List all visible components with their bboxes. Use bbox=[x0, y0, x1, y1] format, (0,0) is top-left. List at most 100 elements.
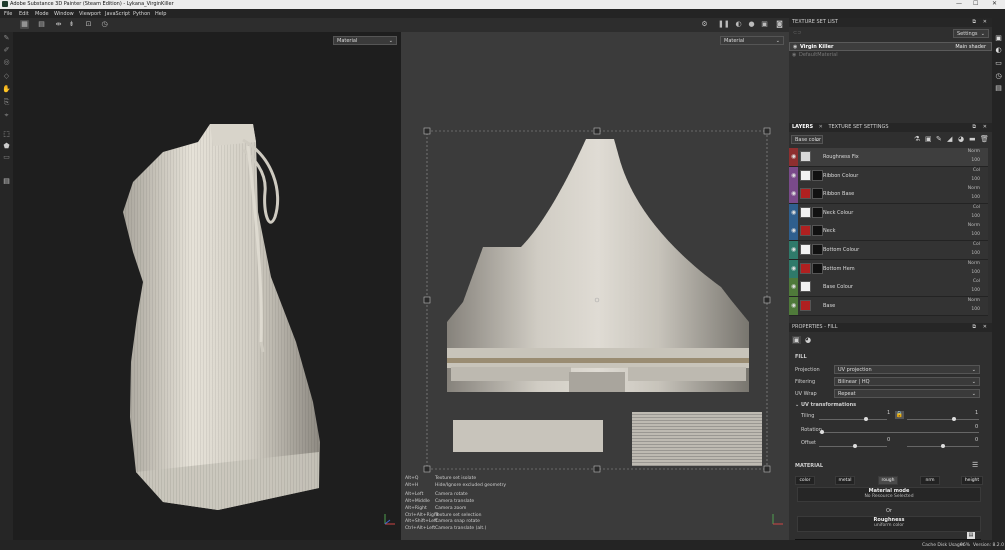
delete-layer-icon[interactable]: 🗑 bbox=[980, 135, 989, 143]
menu-python[interactable]: Python bbox=[133, 11, 150, 17]
iray-icon[interactable]: ◐ bbox=[734, 20, 743, 29]
rotation-slider[interactable] bbox=[819, 432, 979, 433]
eye-icon[interactable]: ◉ bbox=[791, 153, 796, 160]
eye-icon[interactable]: ◉ bbox=[792, 52, 796, 58]
layer-row[interactable]: ◉ Base Norm 100 bbox=[789, 296, 988, 316]
close-panel-icon[interactable]: ✕ bbox=[983, 323, 987, 332]
tab-layers[interactable]: LAYERS bbox=[792, 124, 813, 130]
render-icon[interactable]: ● bbox=[747, 20, 756, 29]
eraser-icon[interactable]: ✐ bbox=[2, 46, 11, 55]
texture-set-settings-select[interactable]: Settings ⌄ bbox=[953, 29, 989, 38]
projection-select[interactable]: UV projection ⌄ bbox=[834, 365, 980, 374]
layer-opacity[interactable]: 100 bbox=[971, 232, 980, 237]
lock-icon[interactable]: 🔒 bbox=[895, 411, 904, 419]
frame-icon[interactable]: ⊡ bbox=[84, 20, 93, 29]
layer-opacity[interactable]: 100 bbox=[971, 307, 980, 312]
channel-metal-button[interactable]: metal bbox=[835, 476, 855, 485]
layer-row[interactable]: ◉ Ribbon Base Norm 100 bbox=[789, 185, 988, 205]
layer-opacity[interactable]: 100 bbox=[971, 270, 980, 275]
texture-set-item[interactable]: ◉ Virgin Killer Main shader bbox=[789, 42, 992, 51]
texture-set-item[interactable]: ◉ DefaultMaterial bbox=[789, 51, 992, 60]
offset-slider-handle[interactable] bbox=[853, 444, 857, 448]
close-panel-icon[interactable]: ✕ bbox=[983, 123, 987, 132]
layer-opacity[interactable]: 100 bbox=[971, 214, 980, 219]
maximize-button[interactable]: ☐ bbox=[973, 0, 978, 7]
eye-icon[interactable]: ◉ bbox=[791, 302, 796, 309]
viewport-2d[interactable]: Material ⌄ Alt+Q Texture set isolate Alt… bbox=[401, 32, 789, 540]
bake-icon[interactable]: ▭ bbox=[2, 153, 11, 162]
channel-rough-button[interactable]: rough bbox=[878, 476, 898, 485]
layer-blend-mode[interactable]: Col bbox=[973, 168, 980, 173]
symmetry-icon[interactable]: ⇹ bbox=[54, 20, 63, 29]
uv-transformations-toggle[interactable]: ⌄ UV transformations bbox=[795, 402, 856, 408]
texture-set-list-icon[interactable]: ▣ bbox=[994, 34, 1003, 43]
viewport-3d[interactable]: Material ⌄ bbox=[13, 32, 401, 540]
history-icon[interactable]: ◷ bbox=[100, 20, 109, 29]
channel-nrm-button[interactable]: nrm bbox=[920, 476, 940, 485]
rotation-value[interactable]: 0 bbox=[975, 424, 978, 430]
add-fill-layer-icon[interactable]: ◢ bbox=[947, 135, 952, 143]
fill-tab-icon[interactable]: ▣ bbox=[792, 336, 801, 344]
layer-blend-mode[interactable]: Norm bbox=[968, 149, 980, 154]
layer-row[interactable]: ◉ Bottom Hem Norm 100 bbox=[789, 259, 988, 279]
tiling-slider[interactable] bbox=[819, 419, 887, 420]
minimize-button[interactable]: — bbox=[956, 0, 962, 7]
layer-opacity[interactable]: 100 bbox=[971, 158, 980, 163]
tiling-slider-handle[interactable] bbox=[864, 417, 868, 421]
filtering-select[interactable]: Bilinear | HQ ⌄ bbox=[834, 377, 980, 386]
clone-icon[interactable]: ⎘ bbox=[2, 98, 11, 107]
layer-row[interactable]: ◉ Base Colour Col 100 bbox=[789, 278, 988, 298]
material-mode-box[interactable]: Material mode No Resource Selected bbox=[797, 487, 981, 502]
channel-select[interactable]: Base color ⌄ bbox=[791, 135, 823, 144]
add-effect-icon[interactable]: ⚗ bbox=[914, 135, 920, 143]
channel-height-button[interactable]: height bbox=[961, 476, 983, 485]
selection-icon[interactable]: ⬚ bbox=[2, 130, 11, 139]
tiling-v-slider-handle[interactable] bbox=[952, 417, 956, 421]
geometry-fill-icon[interactable]: ◇ bbox=[2, 72, 11, 81]
polygon-fill-icon[interactable]: ⬟ bbox=[2, 142, 11, 151]
eye-icon[interactable]: ◉ bbox=[791, 246, 796, 253]
offset-value[interactable]: 0 bbox=[887, 437, 890, 443]
layer-row[interactable]: ◉ Bottom Colour Col 100 bbox=[789, 241, 988, 260]
material-menu-icon[interactable]: ☰ bbox=[972, 461, 978, 469]
layer-blend-mode[interactable]: Norm bbox=[968, 186, 980, 191]
tiling-value[interactable]: 1 bbox=[887, 410, 890, 416]
offset-v-slider-handle[interactable] bbox=[941, 444, 945, 448]
layer-opacity[interactable]: 100 bbox=[971, 177, 980, 182]
eye-icon[interactable]: ◉ bbox=[791, 283, 796, 290]
single-view-icon[interactable]: ▦ bbox=[20, 20, 29, 29]
layer-blend-mode[interactable]: Norm bbox=[968, 261, 980, 266]
picker-icon[interactable]: ⌖ bbox=[2, 111, 11, 120]
eye-icon[interactable]: ◉ bbox=[791, 227, 796, 234]
layer-row[interactable]: ◉ Neck Colour Col 100 bbox=[789, 203, 988, 223]
menu-help[interactable]: Help bbox=[155, 11, 166, 17]
layer-row[interactable]: ◉ Neck Norm 100 bbox=[789, 222, 988, 242]
menu-edit[interactable]: Edit bbox=[19, 11, 29, 17]
display-settings-icon[interactable]: ◐ bbox=[994, 46, 1003, 55]
shelf-icon[interactable]: ▭ bbox=[994, 59, 1003, 68]
eye-icon[interactable]: ◉ bbox=[791, 265, 796, 272]
menu-javascript[interactable]: JavaScript bbox=[105, 11, 130, 17]
tiling-value-v[interactable]: 1 bbox=[975, 410, 978, 416]
add-folder-icon[interactable]: ▬ bbox=[969, 135, 976, 143]
tiling-v-slider[interactable] bbox=[907, 419, 979, 420]
layer-row[interactable]: ◉ Roughness Fix Norm 100 bbox=[789, 148, 988, 167]
uv-wrap-select[interactable]: Repeat ⌄ bbox=[834, 389, 980, 398]
offset-value-v[interactable]: 0 bbox=[975, 437, 978, 443]
menu-window[interactable]: Window bbox=[54, 11, 74, 17]
viewport-settings-icon[interactable]: ⚙ bbox=[700, 20, 709, 29]
projection-icon[interactable]: ◎ bbox=[2, 58, 11, 67]
layer-blend-mode[interactable]: Col bbox=[973, 205, 980, 210]
roughness-box[interactable]: Roughness uniform color bbox=[797, 516, 981, 532]
close-button[interactable]: ✕ bbox=[992, 0, 997, 7]
paint-brush-icon[interactable]: ✎ bbox=[2, 34, 11, 43]
tab-texture-set-settings[interactable]: TEXTURE SET SETTINGS bbox=[828, 124, 888, 130]
layer-row[interactable]: ◉ Ribbon Colour Col 100 bbox=[789, 166, 988, 186]
close-panel-icon[interactable]: ✕ bbox=[983, 18, 987, 27]
menu-viewport[interactable]: Viewport bbox=[79, 11, 101, 17]
eye-icon[interactable]: ◉ bbox=[791, 172, 796, 179]
align-icon[interactable]: ⇟ bbox=[67, 20, 76, 29]
export-icon[interactable]: ▤ bbox=[2, 177, 11, 186]
pause-icon[interactable]: ❚❚ bbox=[718, 20, 730, 29]
uv-texture-canvas[interactable] bbox=[401, 32, 789, 540]
